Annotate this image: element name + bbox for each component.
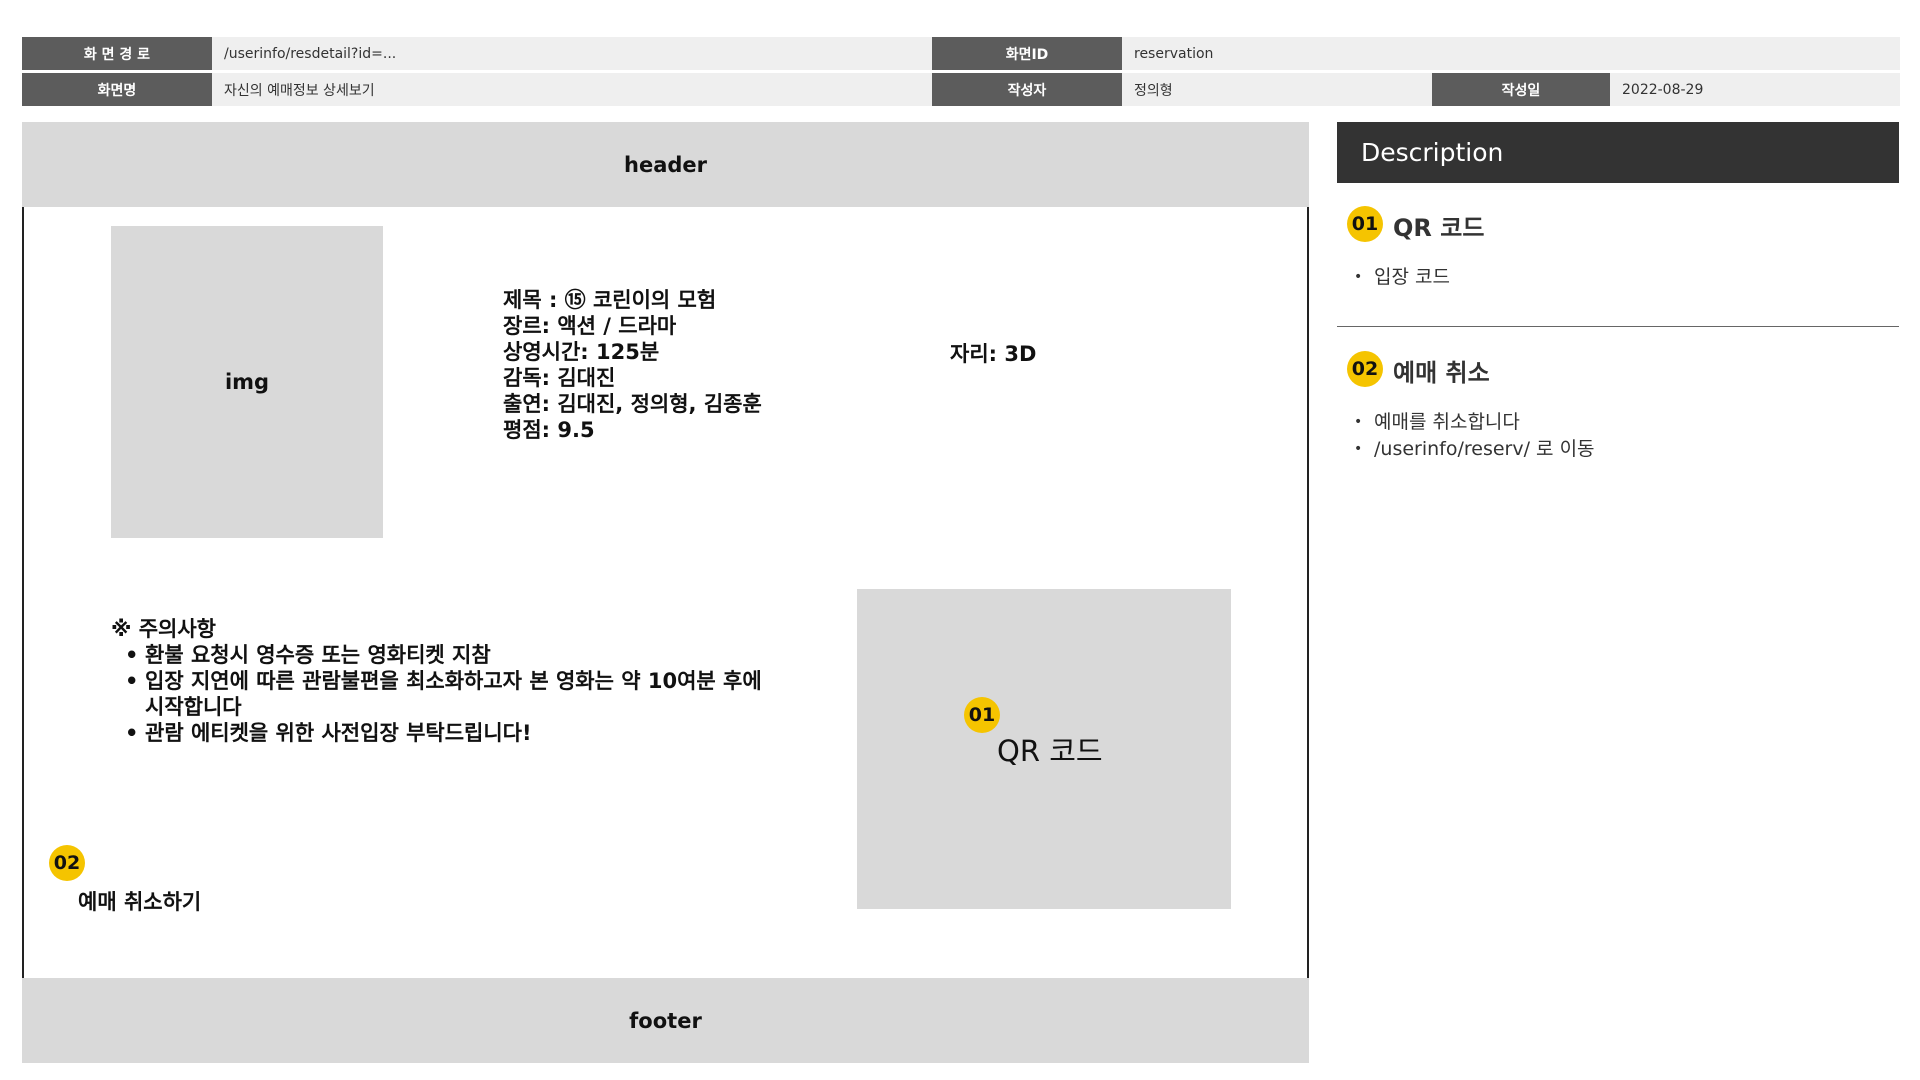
desc-cancel-list: 예매를 취소합니다 /userinfo/reserv/ 로 이동 (1354, 409, 1595, 463)
date-label: 작성일 (1432, 73, 1610, 106)
meta-row-name: 화면명 자신의 예매정보 상세보기 작성자 정의형 작성일 2022-08-29 (22, 73, 1900, 106)
notice-section: ※ 주의사항 환불 요청시 영수증 또는 영화티켓 지참 입장 지연에 따른 관… (111, 616, 771, 746)
seat-info: 자리: 3D (950, 342, 1037, 366)
author-value: 정의형 (1122, 73, 1432, 106)
notice-list: 환불 요청시 영수증 또는 영화티켓 지참 입장 지연에 따른 관람불편을 최소… (125, 642, 771, 746)
screen-id-value: reservation (1122, 37, 1900, 70)
movie-director: 감독: 김대진 (503, 366, 616, 390)
movie-info: 제목 : ⑮ 코린이의 모험 장르: 액션 / 드라마 상영시간: 125분 감… (503, 287, 762, 443)
path-label: 화 면 경 로 (22, 37, 212, 70)
qr-code-badge: 01 (964, 697, 1000, 733)
desc-cancel-item: 예매를 취소합니다 (1354, 409, 1595, 436)
date-value: 2022-08-29 (1610, 73, 1900, 106)
movie-title: 제목 : ⑮ 코린이의 모험 (503, 288, 717, 312)
movie-poster-image: img (111, 226, 383, 538)
path-value: /userinfo/resdetail?id=... (212, 37, 932, 70)
movie-genre: 장르: 액션 / 드라마 (503, 314, 677, 338)
author-label: 작성자 (932, 73, 1122, 106)
description-header: Description (1337, 122, 1899, 183)
notice-item: 입장 지연에 따른 관람불편을 최소화하고자 본 영화는 약 10여분 후에 시… (125, 668, 771, 720)
wireframe-footer: footer (22, 978, 1309, 1063)
desc-cancel-item: /userinfo/reserv/ 로 이동 (1354, 436, 1595, 463)
desc-qr-title: QR 코드 (1393, 214, 1485, 242)
notice-item: 환불 요청시 영수증 또는 영화티켓 지참 (125, 642, 771, 668)
movie-rating: 평점: 9.5 (503, 418, 595, 442)
notice-item: 관람 에티켓을 위한 사전입장 부탁드립니다! (125, 720, 771, 746)
cancel-reservation-button[interactable]: 예매 취소하기 (78, 886, 201, 916)
screen-id-label: 화면ID (932, 37, 1122, 70)
movie-cast: 출연: 김대진, 정의형, 김종훈 (503, 392, 762, 416)
description-divider (1337, 326, 1899, 327)
desc-cancel-title: 예매 취소 (1393, 359, 1490, 387)
qr-code-label: QR 코드 (997, 734, 1103, 768)
movie-runtime: 상영시간: 125분 (503, 340, 660, 364)
screen-name-value: 자신의 예매정보 상세보기 (212, 73, 932, 106)
desc-qr-badge: 01 (1347, 206, 1383, 242)
screen-name-label: 화면명 (22, 73, 212, 106)
notice-title: ※ 주의사항 (111, 617, 217, 641)
wireframe-header: header (22, 122, 1309, 207)
desc-qr-item: 입장 코드 (1354, 264, 1450, 291)
desc-qr-list: 입장 코드 (1354, 264, 1450, 291)
cancel-badge: 02 (49, 845, 85, 881)
desc-cancel-badge: 02 (1347, 351, 1383, 387)
meta-row-path: 화 면 경 로 /userinfo/resdetail?id=... 화면ID … (22, 37, 1900, 70)
